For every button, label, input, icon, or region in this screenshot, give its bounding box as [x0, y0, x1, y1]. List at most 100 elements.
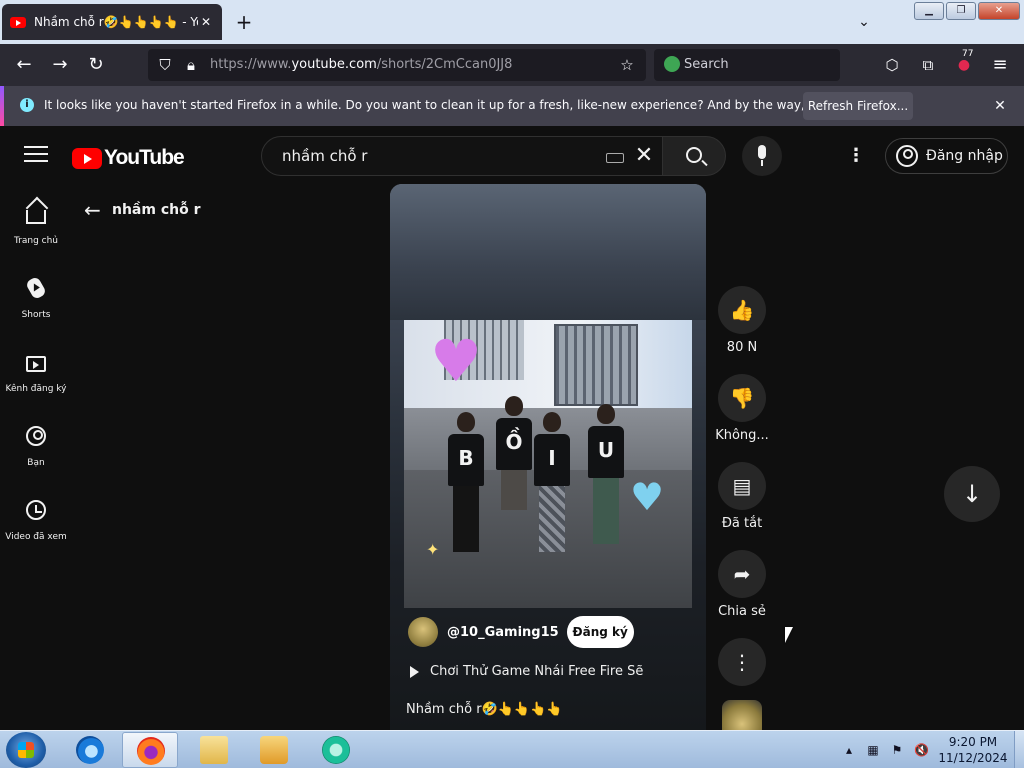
account-icon [896, 145, 918, 167]
shirt-letter: B [448, 434, 484, 486]
search-icon [686, 147, 702, 163]
shorts-player[interactable]: B Ồ I U ♥ ♥ ✦ @10_Gaming15 Đăng ký Chơi … [390, 184, 706, 730]
search-bar[interactable]: Search [654, 49, 840, 81]
comments-button[interactable]: ▤ [718, 462, 766, 510]
notice-text: It looks like you haven't started Firefo… [44, 98, 900, 112]
firefox-icon [137, 737, 165, 765]
network-icon[interactable]: ▦ [866, 743, 880, 757]
menu-icon[interactable]: ≡ [988, 53, 1012, 77]
clear-search-icon[interactable]: ✕ [632, 143, 656, 169]
guide-menu-icon[interactable] [24, 146, 48, 164]
tab-close-icon[interactable]: ✕ [198, 15, 214, 29]
search-back-row[interactable]: ← nhầm chỗ r [84, 198, 201, 222]
settings-more-icon[interactable]: ⋮ [846, 144, 866, 168]
show-hidden-icons-icon[interactable]: ▴ [842, 743, 856, 757]
blue-heart-icon: ♥ [630, 475, 665, 519]
short-title: Nhầm chỗ r🤣👆👆👆👆 [406, 702, 563, 717]
pocket-icon[interactable]: ⬡ [880, 53, 904, 77]
youtube-play-icon [72, 147, 102, 169]
comments-label: Đã tắt [721, 516, 763, 531]
back-arrow-icon[interactable]: ← [84, 198, 106, 222]
taskbar-firefox[interactable] [122, 732, 178, 768]
sign-in-button[interactable]: Đăng nhập [885, 138, 1008, 174]
search-query: nhầm chỗ r [282, 147, 368, 165]
taskbar-app[interactable] [308, 732, 364, 768]
sound-thumbnail[interactable] [722, 700, 762, 730]
refresh-notification-bar: i It looks like you haven't started Fire… [0, 86, 1024, 126]
url-bar[interactable]: ⛉ 🔒︎ https://www.youtube.com/shorts/2CmC… [148, 49, 646, 81]
like-button[interactable]: 👍 [718, 286, 766, 334]
play-icon [410, 665, 419, 678]
taskbar-media-player[interactable] [246, 732, 302, 768]
clock-date: 11/12/2024 [938, 751, 1008, 765]
browser-tab-youtube[interactable]: Nhầm chỗ r🤣👆👆👆👆 - YouTube ✕ [2, 4, 222, 40]
pink-heart-icon: ♥ [430, 327, 482, 395]
shirt-letter: I [534, 434, 570, 486]
dislike-button[interactable]: 👎 [718, 374, 766, 422]
shorts-icon [24, 275, 48, 301]
more-options-button[interactable]: ⋮ [718, 638, 766, 686]
playlist-link[interactable]: Chơi Thử Game Nhái Free Fire Sẽ [410, 664, 643, 679]
subscriptions-icon [26, 356, 46, 372]
dislike-label: Không... [715, 428, 769, 443]
lock-icon[interactable]: 🔒︎ [180, 53, 202, 77]
like-count: 80 N [726, 340, 758, 355]
person-3: I [534, 412, 570, 552]
guide-label: Kênh đăng ký [5, 384, 67, 394]
guide-item-you[interactable]: Bạn [0, 408, 72, 482]
voice-search-icon[interactable] [742, 136, 782, 176]
search-button[interactable] [662, 136, 726, 176]
info-icon: i [20, 98, 34, 112]
channel-name[interactable]: @10_Gaming15 [447, 625, 559, 640]
search-input[interactable]: nhầm chỗ r ✕ [261, 136, 663, 176]
taskbar-internet-explorer[interactable] [62, 732, 118, 768]
system-tray: ▴ ▦ ⚑ 🔇 [842, 737, 929, 763]
channel-avatar[interactable] [408, 617, 438, 647]
sparkle-icon: ✦ [426, 540, 440, 559]
close-icon[interactable]: ✕ [990, 96, 1010, 116]
reload-icon[interactable]: ↻ [84, 53, 108, 77]
extensions-icon[interactable]: ⧉ [916, 53, 940, 77]
share-action: ➦ Chia sẻ [718, 550, 766, 638]
new-tab-button[interactable]: + [232, 10, 256, 34]
guide-item-home[interactable]: Trang chủ [0, 186, 72, 260]
list-tabs-button[interactable]: ⌄ [854, 10, 874, 34]
keyboard-icon[interactable] [606, 153, 624, 163]
minimize-button[interactable]: ▁ [914, 2, 944, 20]
system-clock[interactable]: 9:20 PM 11/12/2024 [934, 734, 1012, 766]
volume-muted-icon[interactable]: 🔇 [914, 743, 929, 757]
action-center-flag-icon[interactable]: ⚑ [890, 743, 904, 757]
guide-item-history[interactable]: Video đã xem [0, 482, 72, 556]
person-1: B [448, 412, 484, 552]
close-window-button[interactable]: ✕ [978, 2, 1020, 20]
tab-title: Nhầm chỗ r🤣👆👆👆👆 - YouTube [34, 15, 198, 29]
playlist-title: Chơi Thử Game Nhái Free Fire Sẽ [430, 664, 644, 679]
taskbar-file-explorer[interactable] [186, 732, 242, 768]
start-button[interactable] [6, 732, 46, 768]
share-label: Chia sẻ [718, 604, 766, 619]
next-short-button[interactable]: ↓ [944, 466, 1000, 522]
restore-button[interactable]: ❐ [946, 2, 976, 20]
url-text[interactable]: https://www.youtube.com/shorts/2CmCcan0J… [210, 57, 512, 72]
subscribe-button[interactable]: Đăng ký [566, 616, 634, 648]
guide-item-subscriptions[interactable]: Kênh đăng ký [0, 334, 72, 408]
shield-icon[interactable]: ⛉ [154, 53, 176, 77]
tab-strip: Nhầm chỗ r🤣👆👆👆👆 - YouTube ✕ + ⌄ ▁ ❐ ✕ [0, 0, 1024, 44]
addon-badge: 77 [960, 49, 976, 59]
youtube-logo[interactable]: YouTube [72, 146, 185, 170]
share-button[interactable]: ➦ [718, 550, 766, 598]
channel-row: @10_Gaming15 Đăng ký [408, 616, 634, 648]
notice-accent [0, 86, 4, 126]
star-icon[interactable]: ☆ [616, 53, 638, 77]
window-controls: ▁ ❐ ✕ [914, 2, 1020, 20]
show-desktop-button[interactable] [1014, 731, 1024, 768]
forward-icon[interactable]: → [48, 53, 72, 77]
navigation-toolbar: ← → ↻ ⛉ 🔒︎ https://www.youtube.com/short… [0, 44, 1024, 86]
refresh-firefox-button[interactable]: Refresh Firefox... [803, 92, 913, 120]
guide-item-shorts[interactable]: Shorts [0, 260, 72, 334]
you-icon [26, 426, 46, 446]
sign-in-label: Đăng nhập [926, 148, 1003, 164]
screen: Nhầm chỗ r🤣👆👆👆👆 - YouTube ✕ + ⌄ ▁ ❐ ✕ ← … [0, 0, 1024, 768]
back-icon[interactable]: ← [12, 53, 36, 77]
history-icon [26, 500, 46, 520]
